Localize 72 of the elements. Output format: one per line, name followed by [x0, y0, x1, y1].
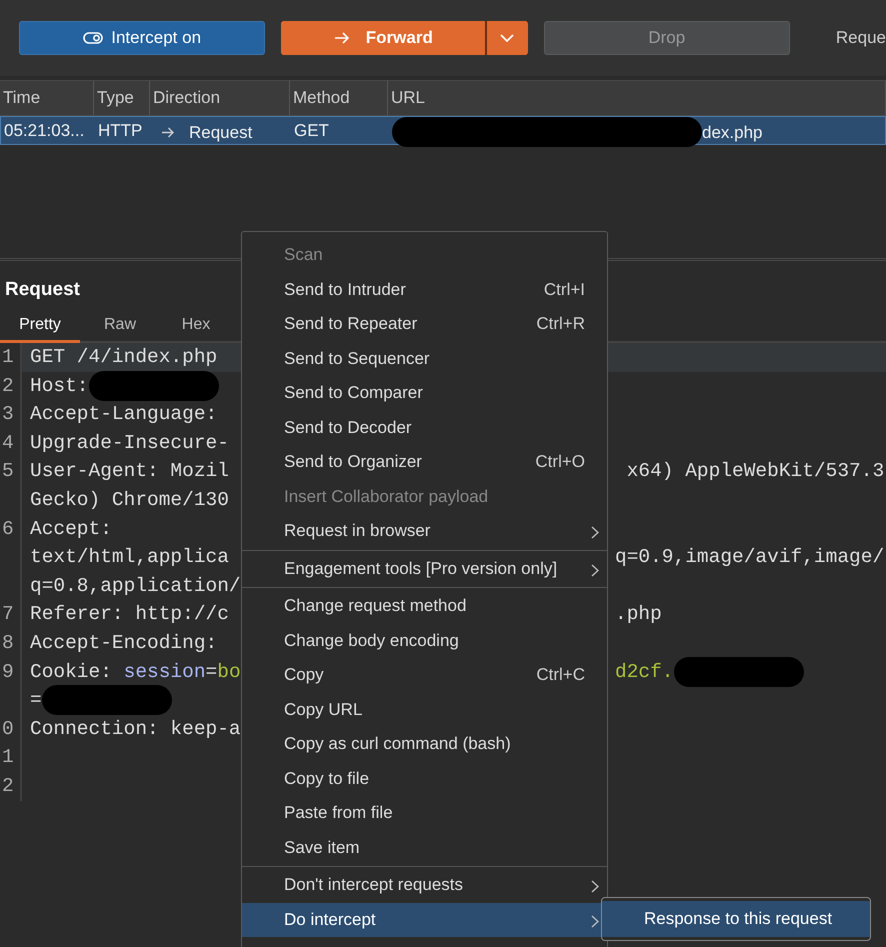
- code-text: d2cf.: [615, 660, 674, 685]
- column-header[interactable]: Method: [290, 81, 388, 115]
- menu-item[interactable]: Copy to file: [242, 762, 607, 796]
- code-text: Referer: http://c: [30, 602, 229, 628]
- line-number: 1: [2, 346, 14, 368]
- toggle-icon: [83, 32, 104, 44]
- intercept-toggle-button[interactable]: Intercept on: [19, 21, 266, 55]
- menu-item[interactable]: Don't intercept requests: [242, 868, 607, 902]
- submenu-item[interactable]: Response to this request: [602, 901, 870, 937]
- toolbar-label[interactable]: Reque: [836, 28, 886, 48]
- code-text: q=0.9,image/avif,image/: [615, 545, 884, 570]
- menu-item[interactable]: Request in browser: [242, 514, 607, 548]
- code-text: .php: [615, 602, 662, 628]
- menu-item[interactable]: Engagement tools [Pro version only]: [242, 552, 607, 586]
- code-text: x64) AppleWebKit/537.3: [626, 459, 884, 484]
- menu-item[interactable]: Copy Ctrl+C: [242, 658, 607, 692]
- code-text: Gecko) Chrome/130: [30, 488, 229, 513]
- code-text: Host:: [30, 374, 89, 399]
- menu-item[interactable]: Send to Intruder Ctrl+I: [242, 272, 607, 307]
- menu-item[interactable]: Change request method: [242, 589, 607, 624]
- arrow-right-icon: [334, 32, 350, 44]
- code-text: Cookie:: [30, 660, 113, 685]
- code-text: session: [124, 660, 206, 685]
- table-row[interactable]: 05:21:03... HTTP Request GET dex.php: [0, 116, 886, 145]
- chevron-down-icon: [500, 34, 514, 42]
- menu-item[interactable]: Send to Sequencer: [242, 342, 607, 376]
- column-header[interactable]: URL: [388, 81, 886, 115]
- line-number: 2: [2, 374, 14, 397]
- line-number: 5: [2, 460, 14, 482]
- code-text: Accept-Encoding:: [30, 630, 218, 656]
- line-number: 1: [2, 746, 14, 768]
- view-tab[interactable]: Hex: [160, 309, 232, 343]
- column-header[interactable]: Time: [0, 81, 94, 115]
- type-cell-text: HTTP: [97, 120, 144, 142]
- line-number: 7: [2, 603, 14, 626]
- code-text: GET /4/index.php: [30, 345, 218, 370]
- line-number: 4: [2, 432, 14, 454]
- menu-item[interactable]: Send to Comparer: [242, 376, 607, 410]
- line-number: 8: [2, 632, 14, 654]
- menu-item[interactable]: Send to Organizer Ctrl+O: [242, 445, 607, 480]
- direction-cell-text: Request: [189, 122, 252, 144]
- code-text: q=0.8,application/: [30, 574, 241, 599]
- line-number: 6: [2, 518, 14, 540]
- menu-item[interactable]: Change body encoding: [242, 624, 607, 658]
- line-number: 3: [2, 403, 14, 426]
- url-cell-text: dex.php: [702, 122, 762, 144]
- menu-item[interactable]: Copy as curl command (bash): [242, 727, 607, 762]
- menu-item[interactable]: Copy URL: [242, 692, 607, 727]
- panel-title: Request: [5, 279, 80, 301]
- menu-item[interactable]: Send to Decoder: [242, 410, 607, 445]
- line-number: 0: [2, 718, 14, 740]
- menu-item[interactable]: Send to Repeater Ctrl+R: [242, 307, 607, 342]
- line-number: 2: [2, 774, 14, 797]
- time-cell-text: 05:21:03...: [3, 120, 86, 142]
- forward-dropdown-button[interactable]: [485, 21, 528, 55]
- menu-item[interactable]: Save item: [242, 830, 607, 865]
- code-text: =: [30, 688, 42, 714]
- code-text: Accept-Language:: [30, 402, 218, 428]
- menu-item[interactable]: Paste from file: [242, 796, 607, 830]
- code-text: Upgrade-Insecure-: [30, 430, 229, 456]
- code-text: Connection: keep-a: [30, 716, 241, 742]
- code-text: Accept:: [30, 516, 112, 542]
- code-text: =: [206, 660, 218, 685]
- arrow-right-icon: [161, 126, 175, 138]
- column-header[interactable]: Direction: [150, 81, 290, 115]
- method-cell-text: GET: [293, 120, 330, 142]
- code-text: User-Agent: Mozil: [30, 459, 229, 484]
- column-header[interactable]: Type: [94, 81, 150, 115]
- view-tab[interactable]: Raw: [84, 309, 156, 343]
- line-number: 9: [2, 660, 14, 683]
- code-text: bo: [217, 660, 241, 685]
- code-text: text/html,applica: [30, 545, 229, 570]
